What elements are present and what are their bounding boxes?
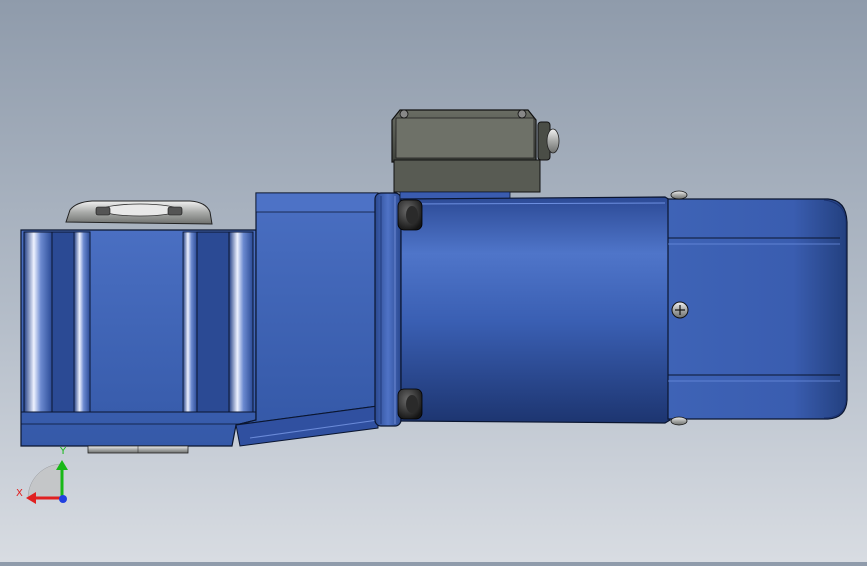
adapter-neck bbox=[235, 192, 379, 447]
nut-icon bbox=[670, 190, 688, 200]
terminal-box bbox=[391, 109, 560, 209]
screw-icon bbox=[399, 109, 409, 119]
cable-gland bbox=[537, 121, 560, 161]
housing-rib-left bbox=[23, 231, 91, 413]
z-axis-dot-icon bbox=[59, 495, 67, 503]
model-canvas[interactable]: X Y bbox=[0, 0, 867, 562]
screw-icon bbox=[517, 109, 527, 119]
coordinate-triad[interactable]: X Y bbox=[16, 446, 68, 504]
cad-viewport[interactable]: X Y bbox=[0, 0, 867, 562]
housing-rib-right bbox=[182, 231, 254, 413]
bolt-icon bbox=[397, 388, 423, 420]
nut-icon bbox=[670, 416, 688, 426]
output-shaft-cap bbox=[65, 200, 213, 225]
motor-end-cap bbox=[667, 190, 848, 426]
motor-cylinder bbox=[397, 196, 671, 424]
phillips-screw-icon bbox=[671, 301, 689, 319]
bottom-shaft-stub bbox=[87, 445, 189, 454]
gearbox-housing bbox=[20, 200, 257, 454]
bolt-icon bbox=[397, 199, 423, 231]
x-axis-label: X bbox=[16, 488, 23, 499]
y-axis-label: Y bbox=[59, 446, 67, 457]
motor-flange bbox=[374, 192, 402, 427]
